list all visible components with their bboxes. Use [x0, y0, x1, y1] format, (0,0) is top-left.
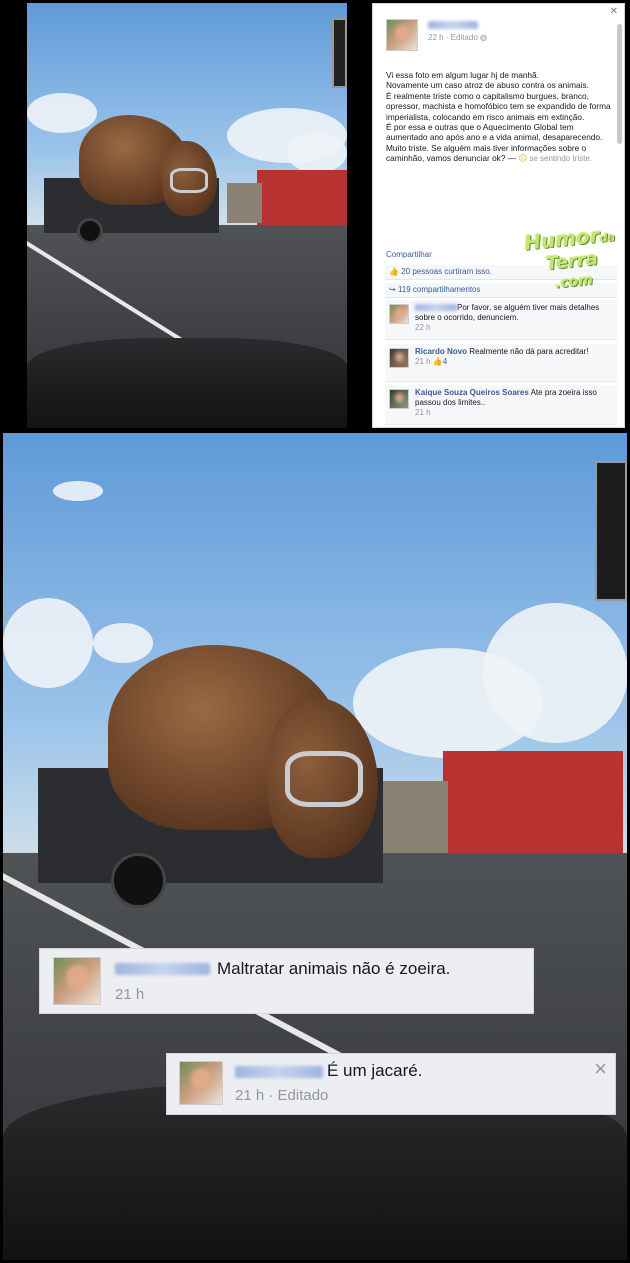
comment-like-icon[interactable]: 👍 — [433, 357, 443, 366]
post-time[interactable]: 22 h · Editado — [428, 33, 478, 42]
post-photo-thumbnail[interactable] — [27, 3, 347, 428]
car-dashboard — [27, 338, 347, 428]
close-icon[interactable]: × — [594, 1056, 607, 1082]
avatar[interactable] — [389, 304, 409, 324]
muzzle — [285, 751, 363, 807]
comment-time[interactable]: 21 h — [415, 357, 431, 366]
cloud — [27, 93, 97, 133]
avatar[interactable] — [389, 348, 409, 368]
shares-count[interactable]: 119 compartilhamentos — [398, 285, 481, 294]
comment-text: Maltratar animais não é zoeira. — [217, 959, 451, 978]
globe-icon: ◍ — [480, 33, 488, 42]
cloud — [3, 598, 93, 688]
cloud — [287, 133, 347, 173]
post-line: Novamente um caso atroz de abuso contra … — [386, 80, 589, 91]
commenter-name-blurred[interactable] — [235, 1066, 323, 1078]
comment-text: É um jacaré. — [327, 1061, 423, 1080]
likes-count[interactable]: 20 pessoas curtiram isso. — [401, 267, 492, 276]
avatar[interactable] — [386, 19, 418, 51]
post-meta: 22 h · Editado ◍ — [428, 33, 487, 42]
humor-terra-watermark-logo: Humorda Terra .com — [519, 223, 626, 303]
zoomed-photo — [3, 433, 627, 1260]
truck-wheel — [77, 218, 103, 244]
cloud — [93, 623, 153, 663]
overlay-comment: Maltratar animais não é zoeira. 21 h — [39, 948, 534, 1014]
sad-face-icon: ☹ — [518, 153, 528, 164]
like-icon: 👍 — [389, 267, 399, 276]
comment-time[interactable]: 22 h — [415, 323, 431, 332]
billboard — [595, 461, 627, 601]
commenter-name[interactable]: Ricardo Novo — [415, 347, 467, 356]
billboard — [332, 18, 347, 88]
avatar[interactable] — [53, 957, 101, 1005]
comment-time[interactable]: 21 h — [115, 986, 144, 1003]
watermark-suffix: da — [598, 230, 616, 245]
truck-wheel — [111, 853, 166, 908]
commenter-name-blurred[interactable] — [115, 963, 210, 975]
building — [257, 170, 347, 225]
post-text: Vi essa foto em algum lugar hj de manhã.… — [386, 70, 616, 165]
comment-time[interactable]: 21 h — [415, 408, 431, 417]
close-icon[interactable]: ✕ — [610, 6, 618, 17]
comment-item: Ricardo Novo Realmente não dá para acred… — [385, 344, 617, 382]
feeling: se sentindo triste. — [529, 154, 593, 164]
overlay-comment: É um jacaré. 21 h · Editado × — [166, 1053, 616, 1115]
commenter-name[interactable]: Kaique Souza Queiros Soares — [415, 388, 529, 397]
comment-item: Por favor, se alguém tiver mais detalhes… — [385, 300, 617, 340]
avatar[interactable] — [389, 389, 409, 409]
facebook-post-panel: ✕ 22 h · Editado ◍ Vi essa foto em algum… — [372, 3, 625, 428]
post-line: É por essa e outras que o Aquecimento Gl… — [386, 122, 603, 143]
post-line: Muito triste. Se alguém mais tiver infor… — [386, 143, 616, 165]
cloud — [53, 481, 103, 501]
comment-item: Kaique Souza Queiros Soares Ate pra zoei… — [385, 385, 617, 425]
post-line: Vi essa foto em algum lugar hj de manhã. — [386, 70, 539, 80]
share-icon: ↪ — [389, 285, 396, 294]
share-link[interactable]: Compartilhar — [386, 250, 432, 259]
building — [227, 183, 262, 223]
muzzle — [170, 168, 208, 193]
comment-text: Realmente não dá para acreditar! — [469, 347, 589, 356]
commenter-name-blurred[interactable] — [415, 304, 457, 312]
author-name-blurred[interactable] — [428, 21, 478, 29]
comment-like-count[interactable]: 4 — [443, 357, 447, 366]
building — [443, 751, 623, 861]
avatar[interactable] — [179, 1061, 223, 1105]
post-line: É realmente triste como o capitalismo bu… — [386, 90, 611, 122]
comment-time[interactable]: 21 h · Editado — [235, 1087, 328, 1104]
cloud — [483, 603, 627, 743]
scrollbar[interactable] — [617, 24, 622, 144]
